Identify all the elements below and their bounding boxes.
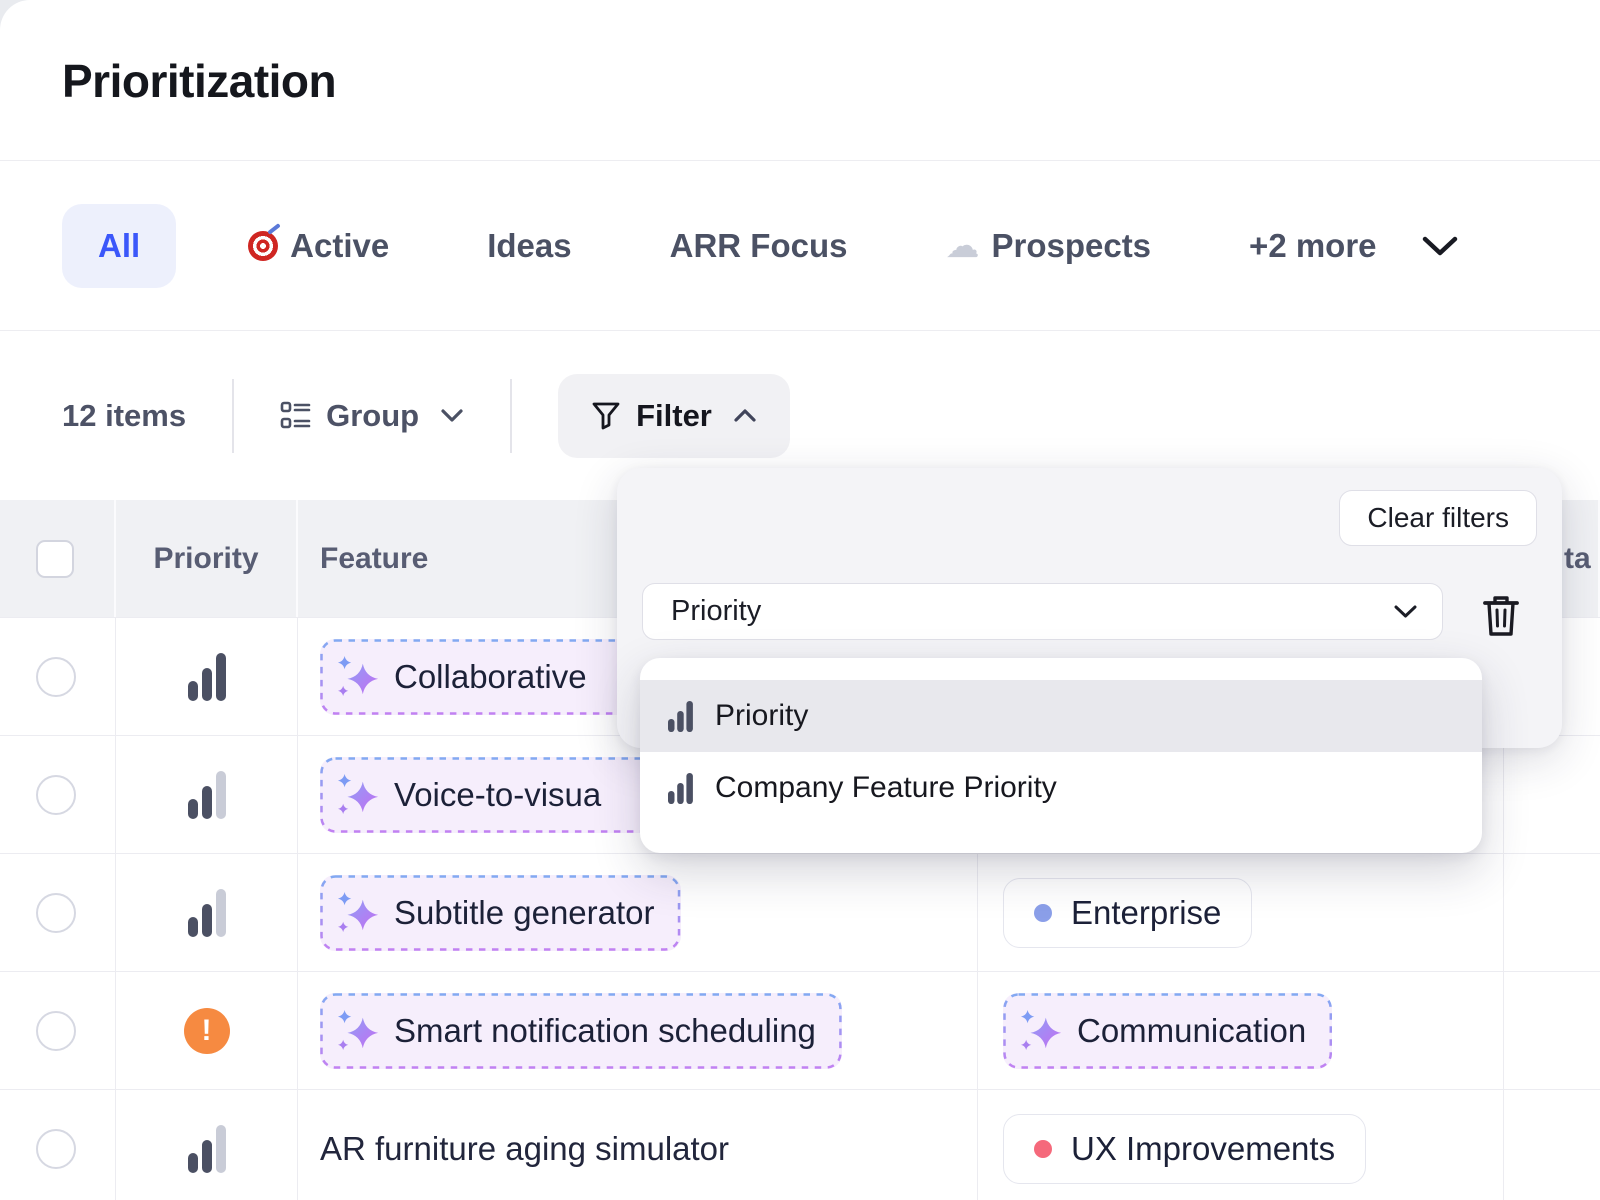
dropdown-option-company-feature-priority[interactable]: Company Feature Priority (640, 752, 1482, 824)
funnel-icon (591, 400, 621, 431)
tag-dot (1034, 904, 1052, 922)
column-header-feature[interactable]: Feature (320, 542, 428, 576)
bar-chart-icon (668, 701, 693, 732)
group-by-icon (280, 400, 311, 431)
app-window: Prioritization All Active Ideas ARR Focu… (0, 0, 1600, 1200)
tag-chip[interactable]: Communication (1003, 993, 1332, 1069)
tag-chip[interactable]: Enterprise (1003, 878, 1252, 948)
priority-bars-icon (188, 889, 226, 937)
column-header-partial: ta (1564, 542, 1591, 576)
bar-chart-icon (668, 773, 693, 804)
divider (510, 379, 512, 453)
filter-field-select[interactable]: Priority (642, 583, 1443, 640)
page-header: Prioritization (0, 0, 1600, 161)
trash-icon (1481, 594, 1521, 638)
sparkle-icon (1018, 1008, 1064, 1054)
feature-label[interactable]: AR furniture aging simulator (320, 1130, 729, 1168)
filter-field-dropdown: Priority Company Feature Priority (640, 658, 1482, 853)
page-title: Prioritization (62, 54, 1600, 108)
view-tabs: All Active Ideas ARR Focus ☁ Prospects +… (0, 161, 1600, 331)
group-button[interactable]: Group (280, 398, 464, 434)
tab-more[interactable]: +2 more (1249, 227, 1377, 265)
row-select-radio[interactable] (36, 893, 76, 933)
divider (232, 379, 234, 453)
sparkle-icon (335, 890, 381, 936)
priority-bars-icon (188, 771, 226, 819)
select-all-checkbox[interactable] (36, 540, 74, 578)
table-row: AR furniture aging simulator UX Improvem… (0, 1089, 1600, 1200)
filter-field-value: Priority (671, 595, 1393, 628)
items-count: 12 items (62, 398, 186, 434)
group-button-label: Group (326, 398, 419, 434)
priority-bars-icon (188, 653, 226, 701)
delete-filter-button[interactable] (1479, 594, 1523, 640)
tab-prospects[interactable]: ☁ Prospects (945, 227, 1151, 265)
priority-alert-icon: ! (184, 1008, 230, 1054)
tag-dot (1034, 1140, 1052, 1158)
row-select-radio[interactable] (36, 775, 76, 815)
chevron-down-icon (440, 408, 464, 423)
target-icon (248, 231, 278, 261)
chevron-down-icon[interactable] (1421, 235, 1459, 257)
clear-filters-button[interactable]: Clear filters (1339, 490, 1537, 546)
feature-chip[interactable]: Subtitle generator (320, 875, 681, 951)
table-row: Subtitle generator Enterprise (0, 853, 1600, 971)
row-select-radio[interactable] (36, 1011, 76, 1051)
tag-chip[interactable]: UX Improvements (1003, 1114, 1366, 1184)
tab-arr-focus[interactable]: ARR Focus (670, 227, 848, 265)
tab-active[interactable]: Active (248, 227, 389, 265)
dropdown-option-priority[interactable]: Priority (640, 680, 1482, 752)
sparkle-icon (335, 1008, 381, 1054)
sparkle-icon (335, 772, 381, 818)
sparkle-icon (335, 654, 381, 700)
tab-all[interactable]: All (62, 204, 176, 288)
table-row: ! Smart notification scheduling Communic… (0, 971, 1600, 1089)
chevron-down-icon (1393, 604, 1418, 619)
column-header-priority[interactable]: Priority (153, 542, 258, 576)
thought-balloon-icon: ☁ (945, 229, 979, 263)
filter-button-label: Filter (636, 398, 712, 434)
priority-bars-icon (188, 1125, 226, 1173)
row-select-radio[interactable] (36, 1129, 76, 1169)
tab-ideas[interactable]: Ideas (487, 227, 571, 265)
row-select-radio[interactable] (36, 657, 76, 697)
chevron-up-icon (733, 408, 757, 423)
filter-button[interactable]: Filter (558, 374, 790, 458)
feature-chip[interactable]: Smart notification scheduling (320, 993, 842, 1069)
